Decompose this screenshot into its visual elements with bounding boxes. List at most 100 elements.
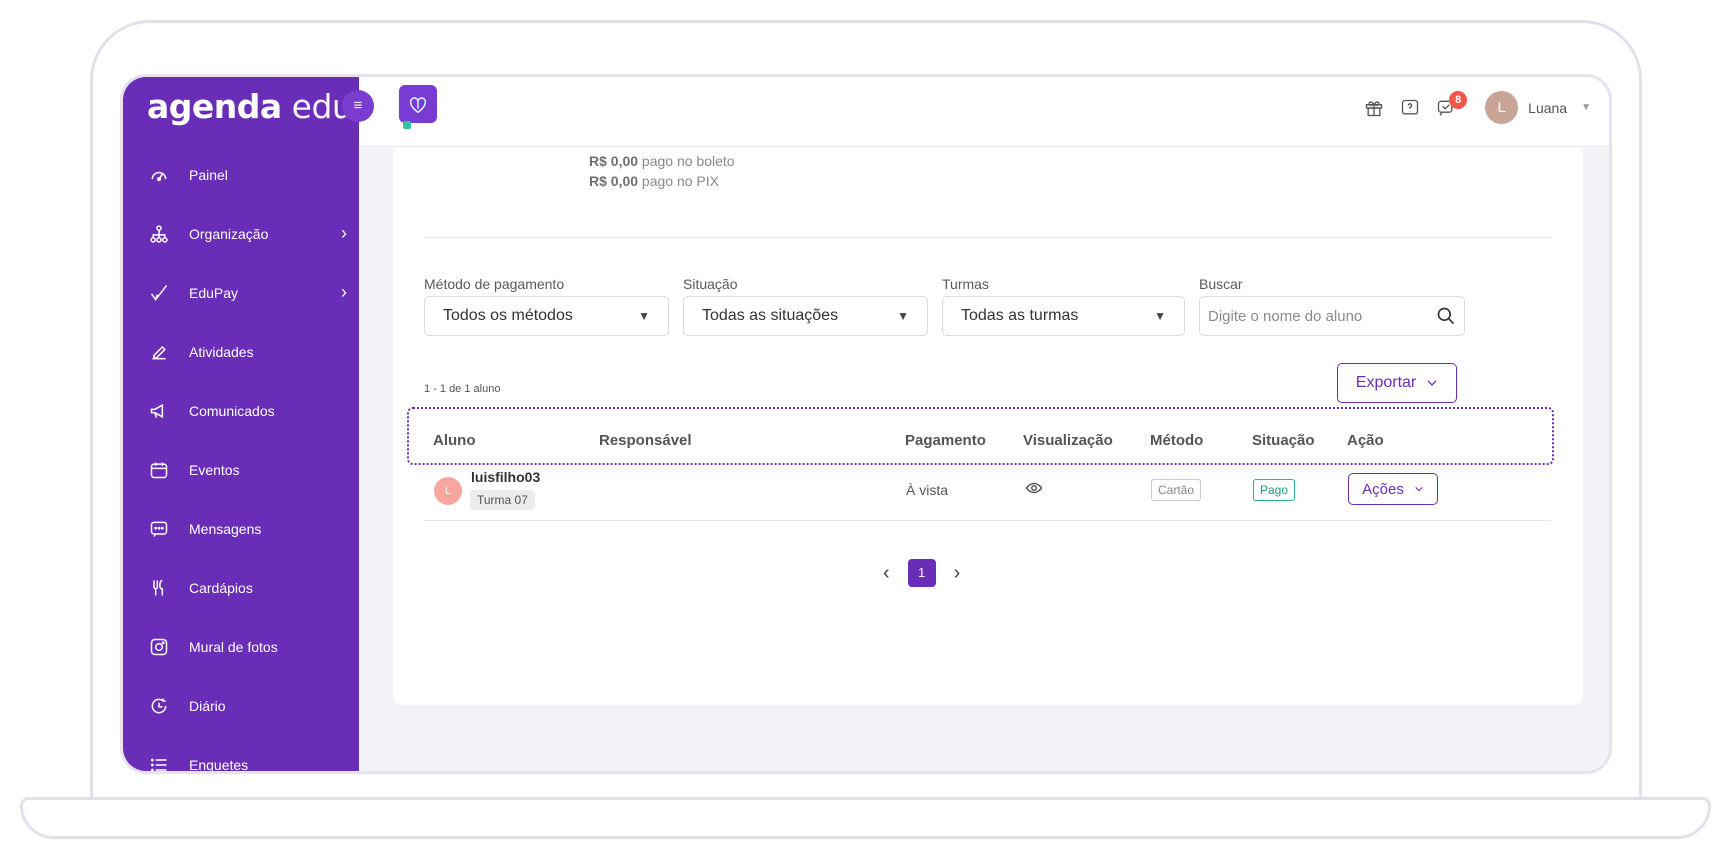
messages-icon[interactable]: 8	[1435, 90, 1468, 119]
chat-icon	[147, 517, 171, 541]
clock-icon	[147, 694, 171, 718]
page-number-current[interactable]: 1	[907, 559, 936, 587]
results-count: 1 - 1 de 1 aluno	[424, 383, 501, 395]
sidebar-item-eventos[interactable]: Eventos	[123, 440, 359, 499]
topbar: 8 L Luana ▼	[359, 77, 1609, 147]
divider	[424, 237, 1551, 238]
sidebar-item-painel[interactable]: Painel	[123, 145, 359, 204]
sidebar-item-label: Cardápios	[189, 579, 253, 596]
org-chart-icon	[147, 222, 171, 246]
chevron-down-icon	[1415, 486, 1423, 492]
eye-icon[interactable]	[1025, 479, 1043, 497]
column-header-payment[interactable]: Pagamento	[905, 432, 986, 449]
select-value: Todos os métodos	[443, 307, 573, 324]
sidebar-item-label: Enquetes	[189, 756, 249, 773]
filter-label-payment-method: Método de pagamento	[424, 276, 565, 292]
sidebar-item-mensagens[interactable]: Mensagens	[123, 499, 359, 558]
payment-summary: R$ 0,00 pago no boleto R$ 0,00 pago no P…	[589, 151, 735, 191]
sidebar-item-label: Comunicados	[189, 402, 275, 419]
caret-down-icon: ▼	[897, 309, 909, 323]
chevron-down-icon	[1427, 380, 1437, 386]
classes-select[interactable]: Todas as turmas ▼	[942, 296, 1185, 336]
online-indicator	[403, 121, 411, 129]
calendar-icon	[147, 458, 171, 482]
notification-badge: 8	[1449, 90, 1468, 109]
sidebar: agenda edu Painel Organização › EduPay ›…	[123, 77, 359, 771]
main-content: R$ 0,00 pago no boleto R$ 0,00 pago no P…	[359, 147, 1609, 771]
next-page-icon[interactable]: ›	[954, 562, 961, 585]
search-field	[1199, 296, 1465, 336]
summary-boleto: R$ 0,00 pago no boleto	[589, 153, 735, 169]
pagination: ‹ 1 ›	[883, 559, 960, 587]
gift-icon[interactable]	[1363, 97, 1385, 119]
payment-type: À vista	[906, 482, 949, 498]
chevron-right-icon: ›	[341, 223, 347, 243]
app-logo[interactable]: agenda edu	[147, 87, 353, 126]
list-icon	[147, 753, 171, 772]
previous-page-icon[interactable]: ‹	[883, 562, 890, 585]
column-header-action[interactable]: Ação	[1347, 432, 1384, 449]
payments-card: R$ 0,00 pago no boleto R$ 0,00 pago no P…	[393, 147, 1583, 705]
table-row: L luisfilho03 Turma 07 À vista Cartão Pa…	[424, 465, 1551, 521]
pencil-icon	[147, 340, 171, 364]
topbar-actions: 8 L Luana ▼	[1363, 90, 1591, 124]
caret-down-icon: ▼	[638, 309, 650, 323]
export-label: Exportar	[1355, 374, 1417, 391]
search-input[interactable]	[1208, 307, 1418, 325]
sidebar-item-label: Painel	[189, 166, 228, 183]
select-value: Todas as situações	[702, 307, 839, 324]
sidebar-item-label: Eventos	[189, 461, 240, 478]
sidebar-item-mural-de-fotos[interactable]: Mural de fotos	[123, 617, 359, 676]
chevron-down-icon[interactable]: ▼	[1581, 102, 1591, 113]
camera-icon	[147, 635, 171, 659]
filter-label-search: Buscar	[1199, 276, 1243, 292]
student-avatar: L	[434, 477, 462, 505]
column-header-student[interactable]: Aluno	[433, 432, 476, 449]
checkmark-icon	[147, 281, 171, 305]
sidebar-item-label: Organização	[189, 225, 269, 242]
school-logo[interactable]	[399, 85, 437, 123]
column-header-method[interactable]: Método	[1150, 432, 1203, 449]
menu-toggle-button[interactable]: ≡	[342, 90, 374, 122]
sidebar-item-label: Mural de fotos	[189, 638, 278, 655]
sidebar-nav: Painel Organização › EduPay › Atividades…	[123, 145, 359, 773]
app-window: agenda edu Painel Organização › EduPay ›…	[120, 74, 1612, 774]
column-header-status[interactable]: Situação	[1252, 432, 1315, 449]
sidebar-item-label: Mensagens	[189, 520, 262, 537]
cutlery-icon	[147, 576, 171, 600]
actions-dropdown-button[interactable]: Ações	[1348, 473, 1438, 505]
heart-shield-icon	[409, 97, 427, 114]
caret-down-icon: ▼	[1154, 309, 1166, 323]
class-badge: Turma 07	[470, 490, 535, 510]
laptop-base	[20, 797, 1711, 839]
actions-label: Ações	[1362, 480, 1404, 498]
avatar[interactable]: L	[1485, 91, 1519, 124]
megaphone-icon	[147, 399, 171, 423]
help-icon[interactable]	[1399, 97, 1421, 119]
sidebar-item-label: Diário	[189, 697, 226, 714]
sidebar-item-label: EduPay	[189, 284, 239, 301]
sidebar-item-label: Atividades	[189, 343, 254, 360]
payment-method-select[interactable]: Todos os métodos ▼	[424, 296, 669, 336]
sidebar-item-enquetes[interactable]: Enquetes	[123, 735, 359, 773]
column-header-view[interactable]: Visualização	[1023, 432, 1113, 449]
sidebar-item-organizacao[interactable]: Organização ›	[123, 204, 359, 263]
sidebar-item-atividades[interactable]: Atividades	[123, 322, 359, 381]
sidebar-item-comunicados[interactable]: Comunicados	[123, 381, 359, 440]
filter-label-classes: Turmas	[942, 276, 989, 292]
select-value: Todas as turmas	[961, 307, 1079, 324]
sidebar-item-cardapios[interactable]: Cardápios	[123, 558, 359, 617]
summary-pix: R$ 0,00 pago no PIX	[589, 173, 719, 189]
search-icon[interactable]	[1436, 306, 1456, 326]
export-button[interactable]: Exportar	[1337, 363, 1457, 403]
filter-label-status: Situação	[683, 276, 738, 292]
status-select[interactable]: Todas as situações ▼	[683, 296, 928, 336]
chevron-right-icon: ›	[341, 282, 347, 302]
method-badge: Cartão	[1151, 479, 1202, 501]
user-name[interactable]: Luana	[1528, 100, 1567, 116]
sidebar-item-diario[interactable]: Diário	[123, 676, 359, 735]
sidebar-item-edupay[interactable]: EduPay ›	[123, 263, 359, 322]
student-name[interactable]: luisfilho03	[471, 469, 540, 485]
column-header-guardian[interactable]: Responsável	[599, 432, 692, 449]
gauge-icon	[147, 163, 171, 187]
